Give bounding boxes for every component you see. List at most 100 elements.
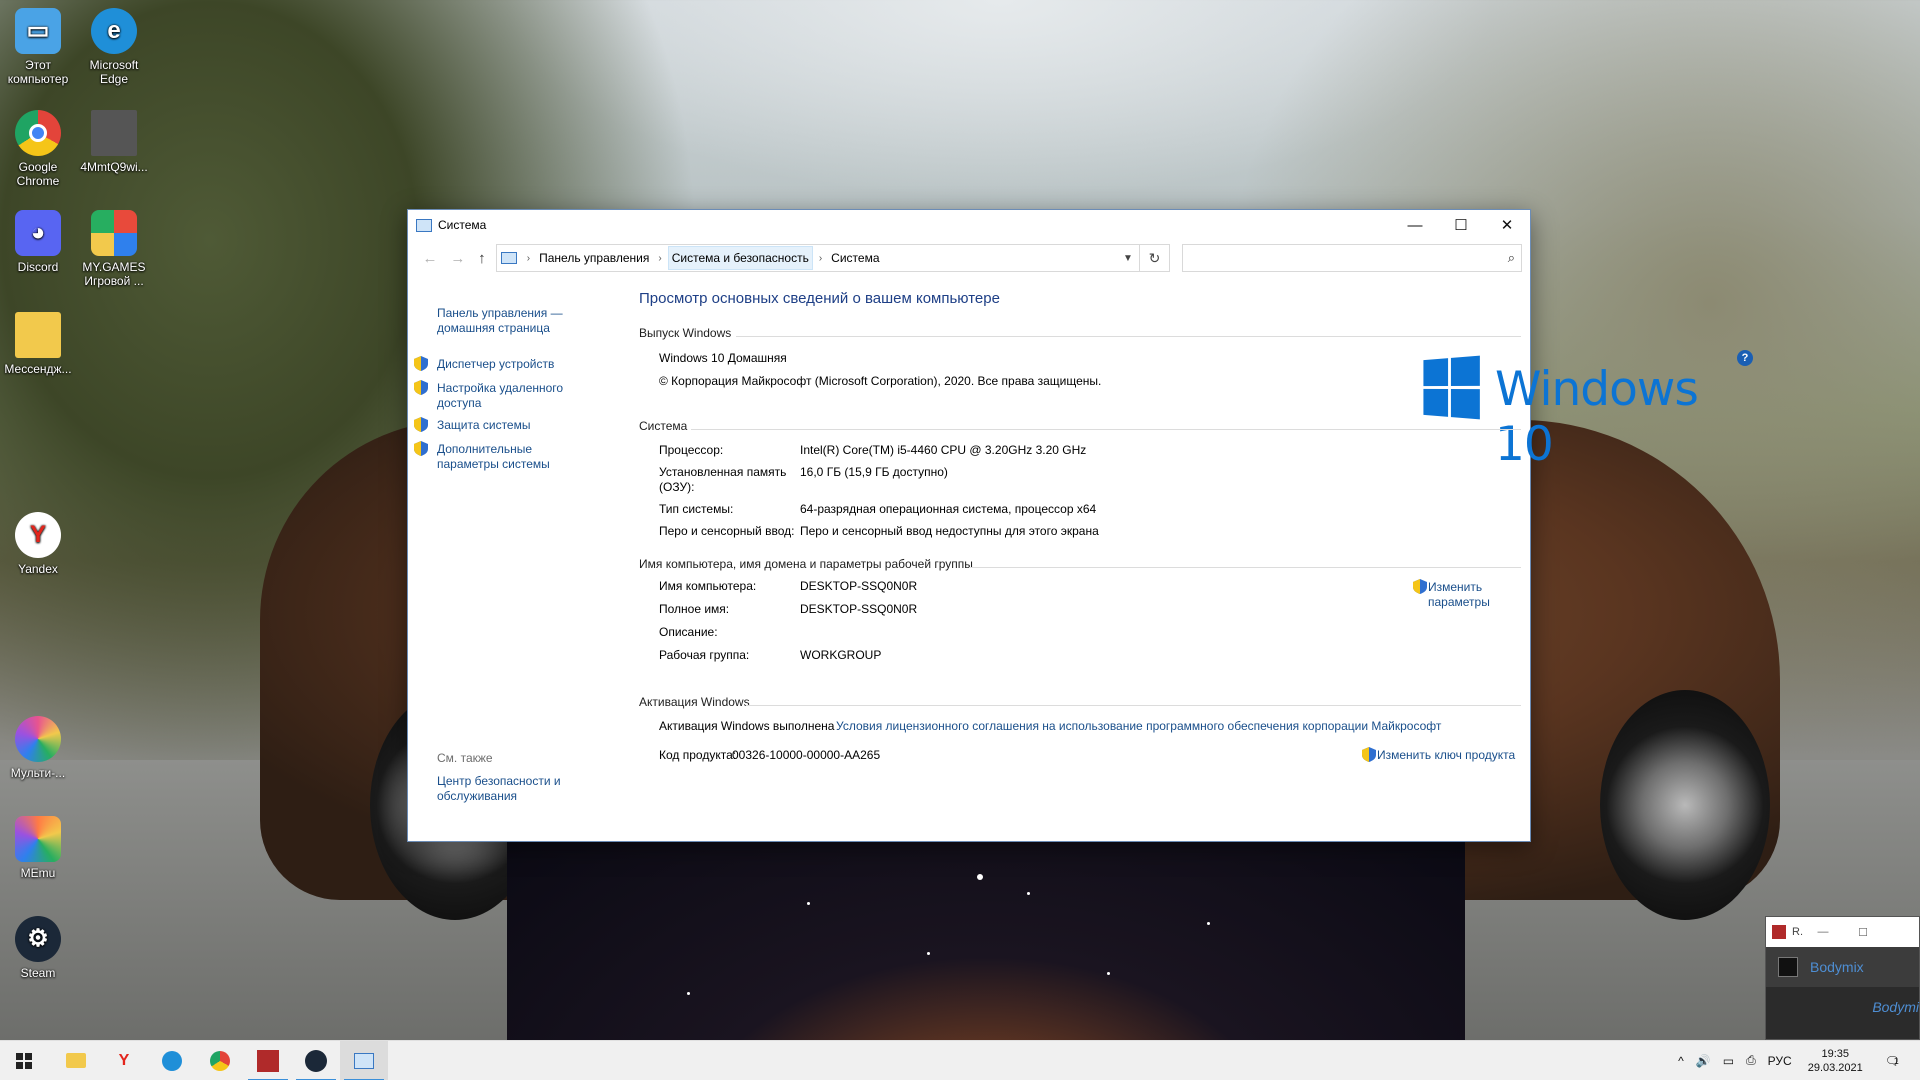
help-button[interactable]: ? — [1737, 350, 1753, 366]
section-windows-edition: Выпуск Windows — [639, 326, 732, 340]
desktop-icon-this-pc[interactable]: ▭ Этот компьютер — [0, 8, 78, 86]
desktop-icon-messenger-folder[interactable]: Мессендж... — [0, 312, 78, 376]
maximize-button[interactable]: ☐ — [1438, 210, 1484, 240]
window-title: Система — [438, 218, 487, 232]
change-settings-link[interactable]: Изменить параметры — [1428, 580, 1498, 610]
desktop-icon-label: MY.GAMES Игровой ... — [82, 260, 146, 288]
desktop-icon-label: Yandex — [18, 562, 58, 576]
notification-count: 1 — [1893, 1055, 1899, 1066]
maximize-icon: ☐ — [1454, 217, 1468, 234]
taskbar-steam[interactable] — [292, 1041, 340, 1080]
chevron-up-icon[interactable]: ^ — [1678, 1054, 1684, 1068]
track-name: Bodymix — [1810, 959, 1864, 975]
activation-status: Активация Windows выполнена — [659, 719, 835, 733]
game-app-icon — [257, 1049, 279, 1072]
taskbar: Y ^ 🔊 ▭ ⎙ РУС 19:35 29.03.2021 🗨 1 — [0, 1040, 1920, 1080]
desktop-icon-label: 4MmtQ9wi... — [80, 160, 148, 174]
full-name-label: Полное имя: — [659, 602, 730, 616]
windows-edition-value: Windows 10 Домашняя — [659, 351, 787, 365]
close-icon: ✕ — [1500, 217, 1514, 234]
track-row[interactable]: Bodymix — [1766, 947, 1919, 987]
system-tray: ^ 🔊 ▭ ⎙ РУС 19:35 29.03.2021 🗨 1 — [1672, 1047, 1920, 1075]
file-explorer-icon — [66, 1053, 86, 1068]
sidebar-item-device-manager[interactable]: Диспетчер устройств — [437, 357, 587, 372]
change-product-key-link[interactable]: Изменить ключ продукта — [1377, 748, 1515, 762]
steam-icon: ⚙ — [15, 916, 61, 962]
track-row[interactable]: Bodymi — [1766, 987, 1919, 1027]
desktop-icon-yandex[interactable]: Y Yandex — [0, 512, 78, 576]
address-bar[interactable]: › Панель управления › Система и безопасн… — [495, 244, 1140, 272]
breadcrumb-control-panel[interactable]: Панель управления — [536, 247, 652, 269]
window-titlebar[interactable]: Система — ☐ ✕ — [408, 210, 1530, 240]
close-button[interactable]: ✕ — [1484, 210, 1530, 240]
back-button[interactable]: ← — [416, 250, 444, 267]
desktop-icon-discord[interactable]: ◕ Discord — [0, 210, 78, 274]
desktop-icon-chrome[interactable]: Google Chrome — [0, 110, 78, 188]
clock[interactable]: 19:35 29.03.2021 — [1808, 1047, 1863, 1075]
forward-button[interactable]: → — [444, 250, 472, 267]
start-button[interactable] — [0, 1041, 48, 1080]
section-system: Система — [639, 419, 688, 433]
desktop-icon-steam[interactable]: ⚙ Steam — [0, 916, 78, 980]
taskbar-control-panel[interactable] — [340, 1040, 388, 1080]
sidebar-item-system-protection[interactable]: Защита системы — [437, 418, 587, 433]
mini-player-window[interactable]: R. — ☐ Bodymix Bodymi — [1765, 916, 1920, 1040]
clock-date: 29.03.2021 — [1807, 1061, 1863, 1074]
system-window-icon — [416, 218, 432, 232]
breadcrumb-separator: › — [526, 252, 531, 264]
background-window-space-image — [507, 842, 1465, 1040]
star — [687, 992, 690, 995]
taskbar-chrome[interactable] — [196, 1041, 244, 1080]
windows-10-logo-text: Windows 10 — [1495, 362, 1699, 472]
taskbar-game-app[interactable] — [244, 1041, 292, 1080]
breadcrumb-system[interactable]: Система — [828, 247, 882, 269]
sidebar: Панель управления — домашняя страница Ди… — [408, 276, 618, 841]
page-title: Просмотр основных сведений о вашем компь… — [639, 290, 1000, 307]
language-indicator[interactable]: РУС — [1768, 1054, 1792, 1068]
windows-logo-icon — [1423, 355, 1480, 420]
star — [1107, 972, 1110, 975]
workgroup-value: WORKGROUP — [800, 648, 882, 662]
desktop-icon-memu[interactable]: MEmu — [0, 816, 78, 880]
minimize-button[interactable]: — — [1392, 210, 1438, 240]
volume-icon[interactable]: 🔊 — [1696, 1054, 1711, 1068]
license-terms-link[interactable]: Условия лицензионного соглашения на испо… — [836, 719, 1441, 733]
divider — [746, 705, 1521, 706]
up-button[interactable]: ↑ — [472, 250, 492, 267]
desktop-icon-multi[interactable]: Мульти-... — [0, 716, 78, 780]
taskbar-yandex[interactable]: Y — [100, 1041, 148, 1080]
desktop-icon-image-file[interactable]: 4MmtQ9wi... — [74, 110, 154, 174]
network-icon[interactable]: ▭ — [1723, 1054, 1734, 1068]
breadcrumb-separator: › — [658, 252, 662, 264]
steam-icon — [305, 1049, 327, 1072]
device-icon[interactable]: ⎙ — [1746, 1053, 1756, 1068]
system-window[interactable]: Система — ☐ ✕ ← → ↑ › Панель управления … — [407, 209, 1753, 842]
system-type-value: 64-разрядная операционная система, проце… — [800, 502, 1097, 516]
sidebar-home-link[interactable]: Панель управления — домашняя страница — [437, 306, 587, 336]
track-thumbnail — [1778, 957, 1798, 977]
refresh-button[interactable]: ↻ — [1140, 244, 1170, 272]
full-name-value: DESKTOP-SSQ0N0R — [800, 602, 918, 616]
breadcrumb-system-security[interactable]: Система и безопасность — [667, 246, 813, 270]
security-center-link[interactable]: Центр безопасности и обслуживания — [437, 774, 587, 804]
address-dropdown-icon[interactable]: ▼ — [1117, 253, 1139, 264]
shield-icon — [1362, 747, 1376, 762]
minimize-button[interactable]: — — [1803, 926, 1843, 938]
desktop-icon-mygames[interactable]: MY.GAMES Игровой ... — [74, 210, 154, 288]
mini-player-titlebar[interactable]: R. — ☐ — [1766, 917, 1919, 947]
search-input[interactable]: ⌕ — [1181, 244, 1522, 272]
ram-value: 16,0 ГБ (15,9 ГБ доступно) — [800, 465, 948, 479]
refresh-icon: ↻ — [1148, 249, 1161, 266]
desktop-icon-edge[interactable]: e Microsoft Edge — [74, 8, 154, 86]
sidebar-item-remote-access[interactable]: Настройка удаленного доступа — [437, 381, 587, 411]
taskbar-file-explorer[interactable] — [52, 1041, 100, 1080]
sidebar-item-advanced-settings[interactable]: Дополнительные параметры системы — [437, 442, 587, 472]
chrome-icon — [210, 1050, 230, 1071]
multi-instance-icon — [15, 716, 61, 762]
ram-label: Установленная память (ОЗУ): — [659, 465, 787, 494]
maximize-button[interactable]: ☐ — [1843, 926, 1883, 939]
taskbar-edge[interactable] — [148, 1041, 196, 1080]
desktop-icon-label: Discord — [17, 260, 59, 274]
desktop-icon-label: Мульти-... — [10, 766, 66, 780]
notification-center-button[interactable]: 🗨 1 — [1879, 1054, 1906, 1068]
